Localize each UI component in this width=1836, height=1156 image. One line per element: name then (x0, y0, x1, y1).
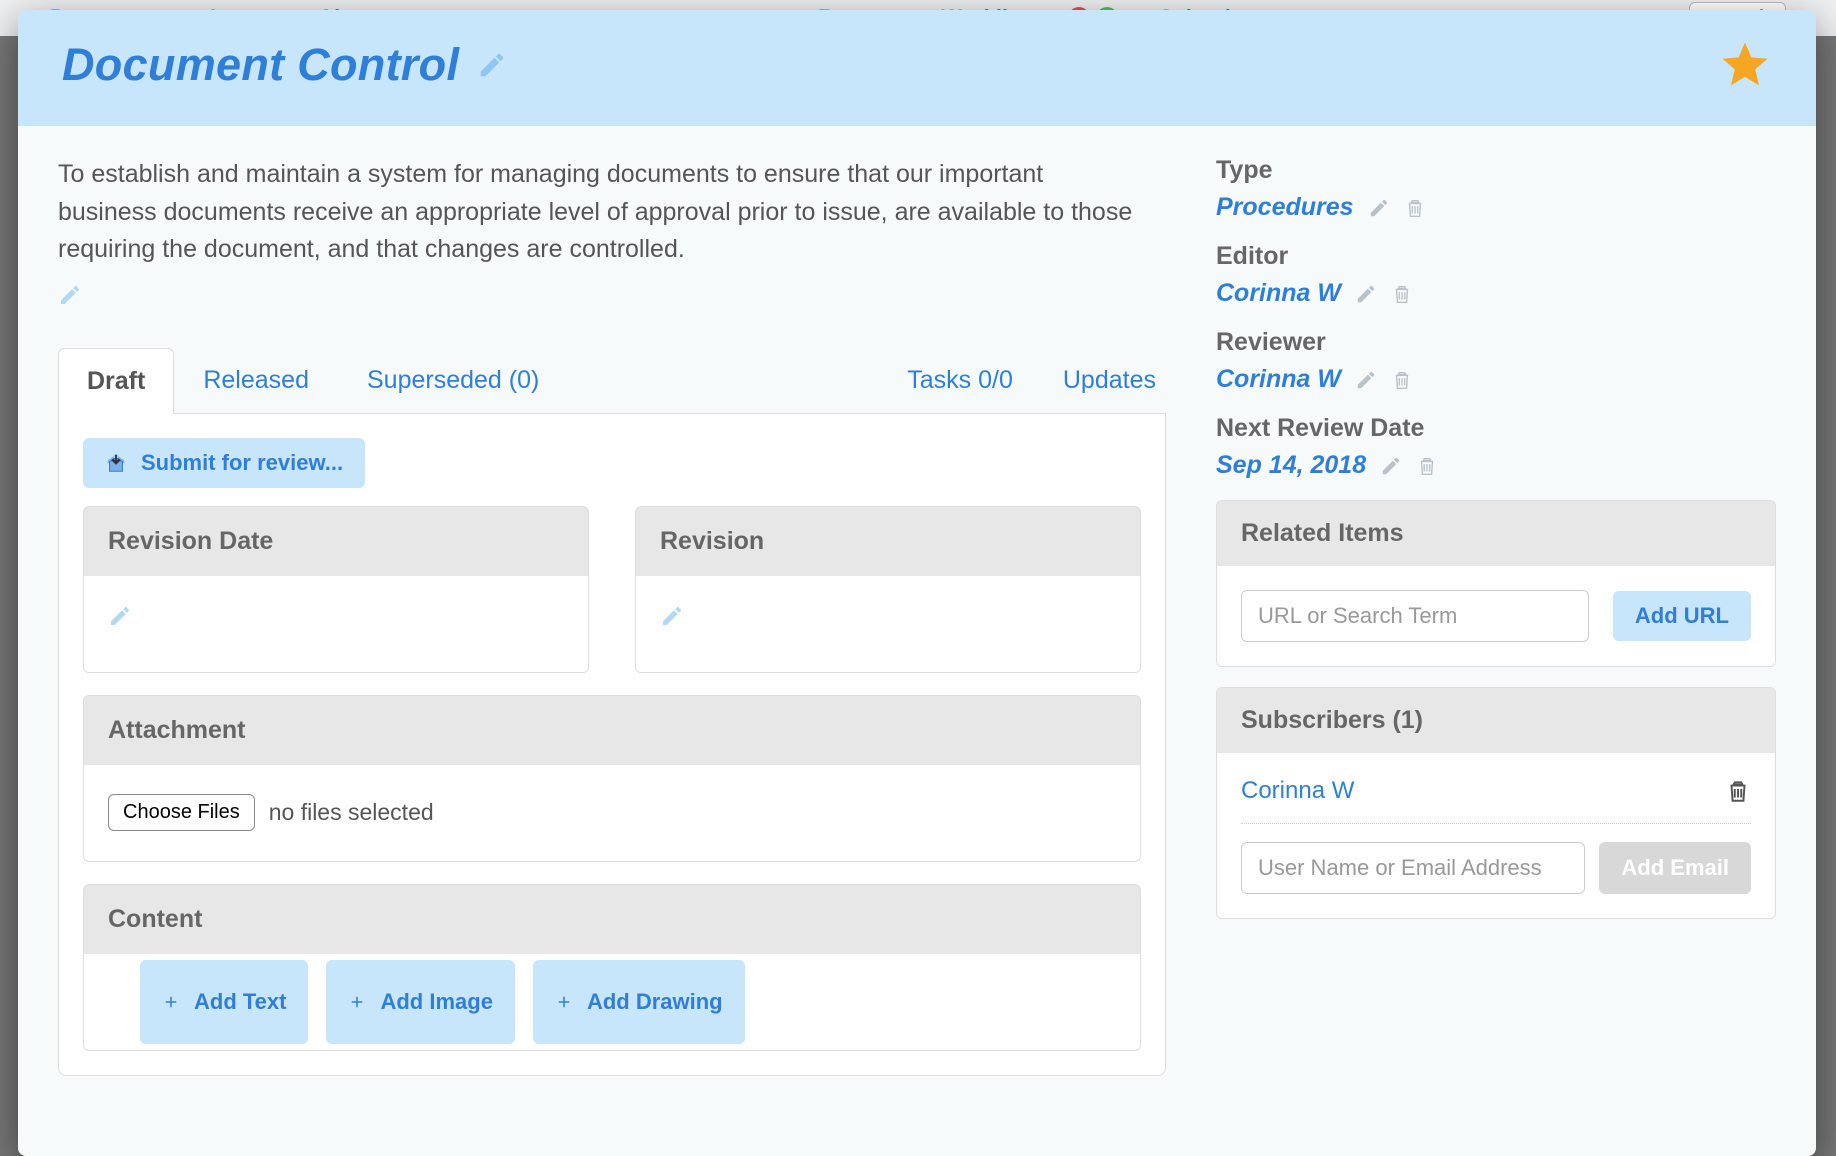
edit-title-icon[interactable] (477, 50, 507, 80)
document-modal: Document Control To establish and mainta… (18, 10, 1816, 1156)
subscribers-title: Subscribers (1) (1217, 688, 1775, 753)
edit-revision-icon[interactable] (660, 604, 1116, 628)
add-image-button[interactable]: Add Image (326, 960, 514, 1044)
editor-label: Editor (1216, 242, 1776, 271)
no-files-text: no files selected (269, 799, 434, 826)
description-text: To establish and maintain a system for m… (58, 156, 1148, 269)
edit-reviewer-icon[interactable] (1355, 369, 1377, 391)
tab-updates[interactable]: Updates (1063, 366, 1156, 395)
content-card: Content Add Text Add Image Add Drawin (83, 884, 1141, 1051)
revision-date-card: Revision Date (83, 506, 589, 673)
next-review-label: Next Review Date (1216, 414, 1776, 443)
main-column: To establish and maintain a system for m… (58, 156, 1166, 1116)
add-url-button[interactable]: Add URL (1613, 591, 1751, 641)
tabs-right: Tasks 0/0 Updates (897, 348, 1166, 413)
add-text-button[interactable]: Add Text (140, 960, 308, 1044)
add-text-label: Add Text (194, 989, 286, 1015)
content-label: Content (84, 885, 1140, 954)
meta-next-review: Next Review Date Sep 14, 2018 (1216, 414, 1776, 480)
next-review-value[interactable]: Sep 14, 2018 (1216, 451, 1366, 480)
submit-for-review-button[interactable]: Submit for review... (83, 438, 365, 488)
edit-revision-date-icon[interactable] (108, 604, 564, 628)
draft-pane: Submit for review... Revision Date Revis… (58, 414, 1166, 1076)
add-image-label: Add Image (380, 989, 492, 1015)
add-drawing-label: Add Drawing (587, 989, 723, 1015)
plus-icon (555, 993, 573, 1011)
tab-superseded[interactable]: Superseded (0) (338, 347, 568, 413)
favorite-star-icon[interactable] (1718, 38, 1772, 92)
delete-type-icon[interactable] (1404, 197, 1426, 219)
modal-body: To establish and maintain a system for m… (18, 126, 1816, 1156)
side-column: Type Procedures Editor Corinna W (1216, 156, 1776, 1116)
reviewer-value[interactable]: Corinna W (1216, 365, 1341, 394)
tab-tasks[interactable]: Tasks 0/0 (907, 366, 1013, 395)
plus-icon (162, 993, 180, 1011)
page-title: Document Control (62, 39, 459, 91)
modal-header: Document Control (18, 10, 1816, 126)
edit-description-icon[interactable] (58, 283, 1166, 307)
revision-date-label: Revision Date (84, 507, 588, 576)
tabs-row: Draft Released Superseded (0) Tasks 0/0 … (58, 347, 1166, 414)
edit-next-review-icon[interactable] (1380, 455, 1402, 477)
meta-editor: Editor Corinna W (1216, 242, 1776, 308)
revision-label: Revision (636, 507, 1140, 576)
revision-card: Revision (635, 506, 1141, 673)
subscriber-row: Corinna W (1241, 777, 1751, 824)
reviewer-label: Reviewer (1216, 328, 1776, 357)
submit-icon (105, 452, 127, 474)
edit-editor-icon[interactable] (1355, 283, 1377, 305)
related-url-input[interactable] (1241, 590, 1589, 642)
delete-editor-icon[interactable] (1391, 283, 1413, 305)
editor-value[interactable]: Corinna W (1216, 279, 1341, 308)
related-items-title: Related Items (1217, 501, 1775, 566)
edit-type-icon[interactable] (1368, 197, 1390, 219)
remove-subscriber-icon[interactable] (1725, 778, 1751, 804)
type-label: Type (1216, 156, 1776, 185)
attachment-label: Attachment (84, 696, 1140, 765)
meta-type: Type Procedures (1216, 156, 1776, 222)
delete-reviewer-icon[interactable] (1391, 369, 1413, 391)
meta-reviewer: Reviewer Corinna W (1216, 328, 1776, 394)
subscribers-panel: Subscribers (1) Corinna W Add Email (1216, 687, 1776, 919)
related-items-panel: Related Items Add URL (1216, 500, 1776, 667)
subscriber-name[interactable]: Corinna W (1241, 777, 1354, 805)
add-drawing-button[interactable]: Add Drawing (533, 960, 745, 1044)
plus-icon (348, 993, 366, 1011)
subscriber-email-input[interactable] (1241, 842, 1585, 894)
tab-released[interactable]: Released (174, 347, 338, 413)
attachment-card: Attachment Choose Files no files selecte… (83, 695, 1141, 862)
type-value[interactable]: Procedures (1216, 193, 1354, 222)
submit-label: Submit for review... (141, 450, 343, 476)
choose-files-button[interactable]: Choose Files (108, 794, 255, 831)
add-email-button[interactable]: Add Email (1599, 842, 1751, 894)
delete-next-review-icon[interactable] (1416, 455, 1438, 477)
tab-draft[interactable]: Draft (58, 348, 174, 414)
